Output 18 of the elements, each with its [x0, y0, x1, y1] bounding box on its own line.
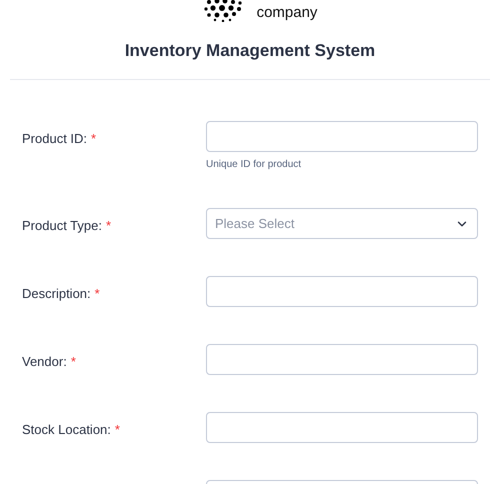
input-field[interactable]	[206, 344, 478, 375]
input-field[interactable]	[206, 121, 478, 152]
required-mark: *	[91, 131, 96, 146]
form-title: Inventory Management System	[124, 40, 376, 62]
helper-text: Unique ID for product	[206, 158, 302, 171]
field-label: Description:	[22, 286, 91, 301]
brand-name: company	[256, 3, 318, 23]
required-mark: *	[114, 422, 120, 437]
field-label: Stock Location:	[22, 422, 111, 437]
required-mark: *	[70, 354, 76, 369]
input-field[interactable]	[206, 276, 478, 307]
input-field[interactable]	[206, 412, 478, 443]
field-label: Product Type:	[22, 218, 102, 233]
required-mark: *	[106, 218, 112, 233]
select-field[interactable]: Please Select	[206, 208, 478, 239]
required-mark: *	[94, 286, 100, 301]
field-label: Product ID:	[22, 131, 88, 146]
field-label: Vendor:	[22, 354, 67, 369]
